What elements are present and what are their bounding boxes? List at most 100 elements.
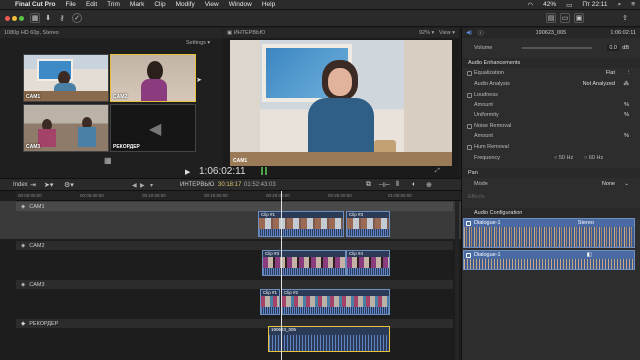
menu-view[interactable]: View [200, 1, 224, 8]
forward-arrow-icon[interactable]: ▶ [140, 182, 145, 189]
battery-icon[interactable]: ▭ [561, 1, 577, 9]
view-menu[interactable]: View [439, 30, 451, 36]
audio-inspector-icon[interactable]: ◀) [466, 30, 472, 36]
equalization-checkbox[interactable] [467, 70, 472, 76]
project-dropdown-icon[interactable]: ▾ [150, 182, 153, 189]
menu-trim[interactable]: Trim [102, 1, 125, 8]
clip-cam1-3[interactable]: Clip #3 [346, 211, 390, 237]
lane-header-cam3[interactable]: ◈ CAM3 [16, 280, 453, 289]
clip-recorder[interactable]: 190623_005 [268, 326, 390, 352]
freq-60-radio[interactable]: ○ 60 Hz [584, 155, 603, 161]
timeline-ruler[interactable]: 00:00:00:00 00:05:00:00 00:10:00:00 00:1… [16, 191, 461, 201]
playhead[interactable] [281, 191, 282, 360]
clock-label[interactable]: Пт 22:11 [577, 1, 612, 8]
timeline-scrollbar[interactable] [455, 201, 459, 360]
uniformity-percent[interactable]: % [624, 112, 629, 118]
channel-checkbox[interactable] [466, 252, 471, 258]
volume-slider[interactable] [522, 47, 592, 49]
skimming-icon[interactable]: ⫴ [396, 181, 399, 189]
config-role[interactable]: Dialogue-1 [474, 220, 501, 226]
loudness-checkbox[interactable] [467, 92, 472, 98]
wifi-icon[interactable]: ◠ [522, 1, 538, 9]
clip-cam1-1[interactable]: Clip #1 [258, 211, 344, 237]
battery-label[interactable]: 42% [538, 1, 561, 8]
menu-app-name[interactable]: Final Cut Pro [10, 1, 60, 8]
clip-appearance-icon[interactable]: ⧉ [366, 181, 371, 189]
share-icon[interactable]: ▣ [574, 13, 584, 23]
angle-cam3[interactable]: CAM3 [23, 104, 109, 152]
back-arrow-icon[interactable]: ◀ [132, 182, 137, 189]
menu-extra-icon[interactable]: ≡ [626, 1, 640, 8]
import-icon[interactable]: ⬇ [43, 13, 53, 23]
solo-icon[interactable]: ◐ [412, 181, 416, 188]
keywords-icon[interactable]: ⚷ [57, 13, 67, 23]
menu-edit[interactable]: Edit [81, 1, 102, 8]
grid-view-icon[interactable]: ▦ [104, 156, 112, 165]
zoom-window-button[interactable] [18, 13, 24, 23]
clip-cam3-2[interactable]: Clip #2 [281, 289, 390, 315]
menu-mark[interactable]: Mark [125, 1, 149, 8]
search-icon[interactable]: ⌕ [613, 1, 627, 9]
hum-removal-checkbox[interactable] [467, 144, 472, 150]
project-duration: 01:52:43:03 [244, 182, 276, 188]
magic-wand-icon[interactable]: ⁂ [624, 81, 630, 87]
lane-header-cam1[interactable]: ◈ CAM1 [16, 202, 453, 211]
mode-value[interactable]: None [602, 181, 615, 187]
clip-waveform [259, 229, 343, 236]
minimize-window-button[interactable] [11, 13, 17, 23]
angle-cam1[interactable]: CAM1 [23, 54, 109, 102]
eq-value[interactable]: Flat [606, 70, 615, 76]
play-button[interactable]: ▶ [185, 168, 190, 176]
menu-window[interactable]: Window [224, 1, 257, 8]
noise-removal-checkbox[interactable] [467, 123, 472, 129]
volume-value[interactable]: 0.0 [607, 45, 619, 51]
close-window-button[interactable] [4, 13, 10, 23]
zoom-level[interactable]: 92% [419, 30, 430, 36]
config-checkbox[interactable] [466, 220, 471, 226]
tool-select-icon[interactable]: ➤▾ [44, 181, 53, 189]
timeline-toggle-icon[interactable]: ▭ [560, 13, 570, 23]
amount-percent[interactable]: % [624, 102, 629, 108]
clip-cam2-4[interactable]: Clip #4 [346, 250, 390, 276]
zoom-timeline-icon[interactable]: ⊕ [426, 181, 432, 189]
eq-graph-icon[interactable]: ⫶ [628, 70, 629, 77]
info-inspector-icon[interactable]: ⓘ [478, 29, 484, 37]
inspector-header: ◀) ⓘ 190623_005 1:06:02:11 [462, 28, 640, 38]
pan-header[interactable]: Pan [462, 168, 640, 178]
audio-config-channel[interactable]: Dialogue-1 ◧ [463, 250, 635, 270]
clip-cam2-3[interactable]: Clip #3 [262, 250, 346, 276]
audio-configuration-header[interactable]: Audio Configuration [462, 208, 640, 218]
audio-enhancements-header[interactable]: Audio Enhancements [462, 58, 640, 68]
audio-analysis-row: Audio Analysis Not Analyzed ⁂ [462, 79, 640, 89]
menu-modify[interactable]: Modify [171, 1, 200, 8]
channel-speaker-icon[interactable]: ◧ [587, 252, 592, 258]
menu-file[interactable]: File [60, 1, 80, 8]
lane-header-cam2[interactable]: ◈ CAM2 [16, 241, 453, 250]
inspector-clip-name: 190623_005 [535, 30, 567, 36]
config-channel-type[interactable]: Stereo [578, 220, 594, 226]
angle-cam2[interactable]: CAM2 [110, 54, 196, 102]
index-button[interactable]: Index [13, 182, 28, 188]
settings-button[interactable]: Settings ▾ [186, 40, 210, 46]
background-tasks-icon[interactable]: ✓ [72, 13, 82, 23]
snapping-icon[interactable]: ⊣⊢ [378, 181, 390, 189]
clip-cam3-1[interactable]: Clip #1 [260, 289, 280, 315]
freq-50-radio[interactable]: ○ 50 Hz [554, 155, 573, 161]
channel-role[interactable]: Dialogue-1 [474, 252, 501, 258]
angle-recorder[interactable]: ◀ РЕКОРДЕР [110, 104, 196, 152]
audio-config-stereo[interactable]: Dialogue-1 Stereo [463, 218, 635, 248]
timeline-settings-icon[interactable]: ⚙▾ [64, 181, 74, 189]
menu-help[interactable]: Help [257, 1, 280, 8]
append-clip-icon[interactable]: ⇥ [30, 181, 36, 189]
inspector-toggle-icon[interactable]: ▤ [546, 13, 556, 23]
analysis-value: Not Analyzed [582, 81, 615, 87]
timecode-display[interactable]: 1:06:02:11 [199, 166, 246, 177]
menu-clip[interactable]: Clip [149, 1, 170, 8]
effects-header[interactable]: Effects [462, 192, 640, 202]
mode-chevron-icon[interactable]: ⌄ [624, 181, 629, 187]
ruler-tick: 00:05:00:00 [80, 193, 104, 198]
libraries-icon[interactable]: ▦ [30, 13, 40, 23]
noise-amount-percent[interactable]: % [624, 133, 629, 139]
export-icon[interactable]: ⇪ [620, 13, 630, 23]
fullscreen-icon[interactable]: ⤢ [435, 168, 440, 175]
